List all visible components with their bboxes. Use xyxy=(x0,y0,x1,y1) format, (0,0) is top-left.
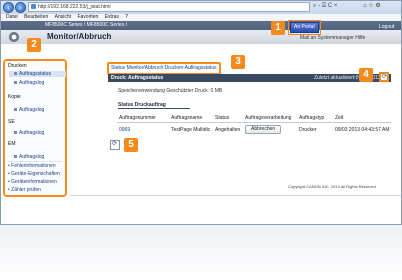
col-auftragsname: Auftragsname xyxy=(169,114,213,123)
sidebar-menu: Drucken Auftragsstatus Auftragslog Kopie… xyxy=(3,59,67,197)
sidebar-item-auftragsstatus[interactable]: Auftragsstatus xyxy=(9,71,66,77)
menu-favoriten[interactable]: Favoriten xyxy=(77,14,98,20)
job-name: TestPage Multidic xyxy=(171,126,211,133)
page-title: Monitor/Abbruch xyxy=(47,32,112,41)
page-title-bar: Monitor/Abbruch Mail an Systemmanager Hi… xyxy=(1,30,401,44)
bullet-icon xyxy=(14,81,17,85)
callout-2: 2 xyxy=(27,38,41,52)
sidebar-item-label: Auftragslog xyxy=(19,130,45,136)
menu-help[interactable]: ? xyxy=(125,14,128,20)
top-links[interactable]: Mail an Systemmanager Hilfe xyxy=(300,35,365,41)
panel-title: Druck: Auftragsstatus xyxy=(111,75,164,81)
bullet-icon xyxy=(14,131,17,135)
browser-window: ‹ › http://192.168.222.53/j_jstat.html ⌕… xyxy=(0,0,402,225)
sidebar-link-label: Zähler prüfen xyxy=(11,187,41,193)
table-header-row: Auftragsnummer Auftragsname Status Auftr… xyxy=(117,114,391,123)
menu-datei[interactable]: Datei xyxy=(6,14,18,20)
job-action-cell: Abbrechen xyxy=(243,123,297,137)
back-icon[interactable]: ‹ xyxy=(3,2,14,13)
col-auftragstyp: Auftragstyp xyxy=(297,114,333,123)
col-zeit: Zeit xyxy=(333,114,391,123)
sidebar-link-fehlerinformationen[interactable]: • Fehlerinformationen xyxy=(8,163,56,169)
refresh-icon: ⟳ xyxy=(382,74,388,80)
refresh-button-bottom[interactable]: ⟳ xyxy=(110,140,120,150)
sidebar-item-druck-log[interactable]: Auftragslog xyxy=(14,80,44,86)
sidebar-item-label: Auftragslog xyxy=(19,107,45,113)
copyright: Copyright CANON INC. 2013 All Rights Res… xyxy=(288,184,376,189)
table-row: 0069 TestPage Multidic Angehalten Abbrec… xyxy=(117,123,391,137)
col-auftragsnummer: Auftragsnummer xyxy=(117,114,169,123)
callout-3: 3 xyxy=(231,55,245,69)
col-auftragsverarbeitung: Auftragsverarbeitung xyxy=(243,114,297,123)
remote-ui-logo-icon xyxy=(9,32,19,42)
callout-4: 4 xyxy=(359,68,373,82)
job-status: Angehalten xyxy=(215,126,241,133)
forward-icon[interactable]: › xyxy=(15,2,26,13)
section-title: Status Druckauftrag xyxy=(118,102,190,109)
browser-toolbar: ‹ › http://192.168.222.53/j_jstat.html ⌕… xyxy=(1,1,401,14)
panel-header: Druck: Auftragsstatus Zuletzt aktualisie… xyxy=(108,74,391,82)
page-icon xyxy=(31,4,36,9)
sidebar-category-drucken: Drucken xyxy=(8,63,27,69)
product-name: MF8500C Series / MF8500C Series / xyxy=(45,22,127,28)
refresh-button-top[interactable]: ⟳ xyxy=(379,72,389,82)
job-type: Drucker xyxy=(299,126,317,133)
sidebar-link-label: Fehlerinformationen xyxy=(11,163,56,169)
sidebar-category-kopie: Kopie xyxy=(8,94,21,100)
cancel-button[interactable]: Abbrechen xyxy=(245,125,282,134)
sidebar-item-label: Auftragslog xyxy=(19,80,45,86)
sidebar-item-label: Auftragsstatus xyxy=(19,71,51,77)
refresh-icon: ⟳ xyxy=(112,141,118,147)
job-table: Auftragsnummer Auftragsname Status Auftr… xyxy=(117,114,391,136)
address-bar[interactable]: http://192.168.222.53/j_jstat.html xyxy=(28,2,310,12)
sidebar-link-geraeteinformationen[interactable]: • Geräteinformationen xyxy=(8,179,57,185)
bullet-icon xyxy=(14,72,17,76)
sidebar-item-kopie-log[interactable]: Auftragslog xyxy=(14,107,44,113)
portal-button[interactable]: An Portal xyxy=(288,20,321,35)
col-status: Status xyxy=(213,114,243,123)
address-tools[interactable]: ⌕ - ☒ C × xyxy=(313,3,337,10)
sidebar-category-em: EM xyxy=(8,141,16,147)
job-number-link[interactable]: 0069 xyxy=(117,123,169,137)
callout-1: 1 xyxy=(271,21,285,35)
bullet-icon xyxy=(14,108,17,112)
sidebar-divider xyxy=(8,161,62,162)
memory-usage: Speicherverwendung Geschützter Druck: 0 … xyxy=(118,88,223,94)
menu-ansicht[interactable]: Ansicht xyxy=(55,14,71,20)
job-time: 09/03 2013 04:43:57 AM xyxy=(335,126,390,133)
sidebar-link-zaehler-pruefen[interactable]: • Zähler prüfen xyxy=(8,187,41,193)
sidebar-category-se: SE xyxy=(8,119,15,125)
callout-5: 5 xyxy=(124,138,138,152)
sidebar-item-label: Auftragslog xyxy=(19,154,45,160)
product-header: MF8500C Series / MF8500C Series / Monito… xyxy=(1,20,401,44)
sidebar-item-se-log[interactable]: Auftragslog xyxy=(14,130,44,136)
sidebar-link-label: Geräte-Eigenschaften xyxy=(11,171,60,177)
last-updated: Zuletzt aktualisiert:09/03 2013 ... xyxy=(314,75,387,81)
menu-bearbeiten[interactable]: Bearbeiten xyxy=(24,14,48,20)
logout-link[interactable]: Logout xyxy=(379,24,394,30)
menu-extras[interactable]: Extras xyxy=(105,14,119,20)
window-reflection xyxy=(0,225,402,280)
window-controls[interactable]: ⌂ ☆ ⚙ xyxy=(363,2,381,9)
sidebar-link-geraete-eigenschaften[interactable]: • Geräte-Eigenschaften xyxy=(8,171,60,177)
bullet-icon xyxy=(14,155,17,159)
sidebar-item-em-log[interactable]: Auftragslog xyxy=(14,154,44,160)
address-url: http://192.168.222.53/j_jstat.html xyxy=(38,4,111,10)
sidebar-link-label: Geräteinformationen xyxy=(11,179,57,185)
footer-divider xyxy=(69,195,401,196)
